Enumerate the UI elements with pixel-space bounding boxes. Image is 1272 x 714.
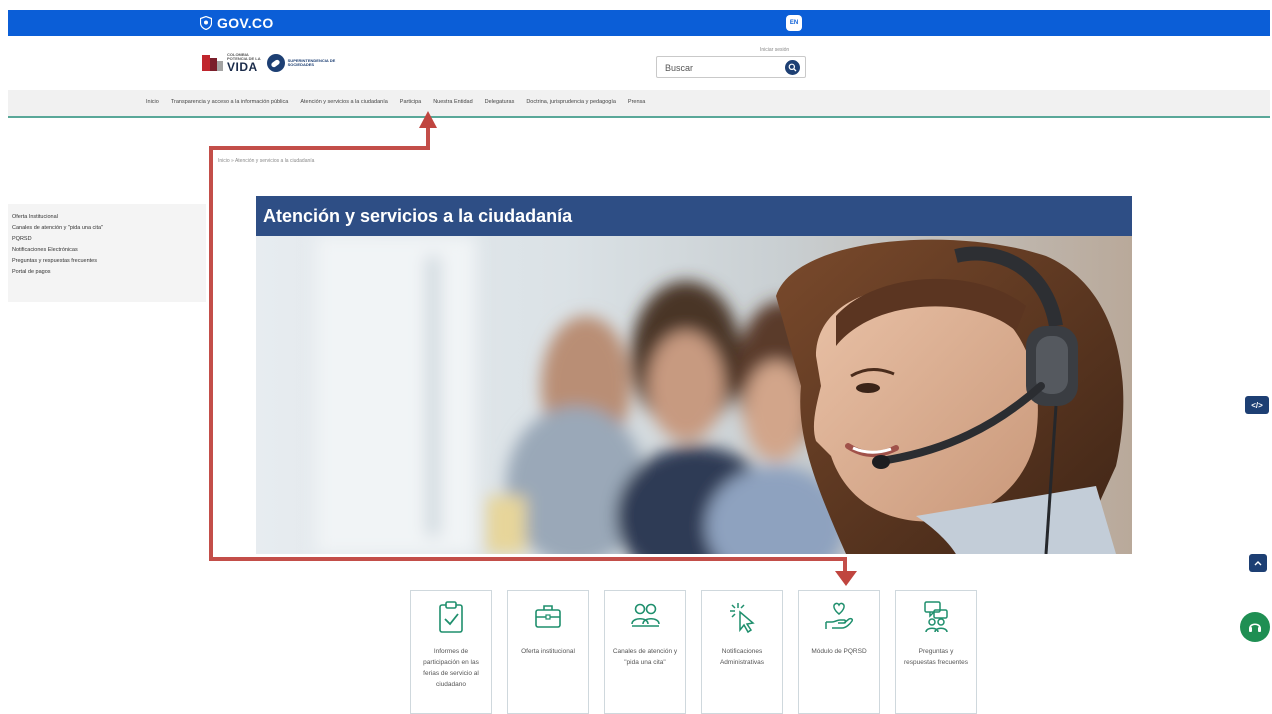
- clipboard-check-icon: [439, 601, 463, 633]
- nav-item-participa[interactable]: Participa: [400, 99, 421, 105]
- sidebar-item-preguntas[interactable]: Preguntas y respuestas frecuentes: [12, 256, 202, 267]
- card-label: Informes de participación en las ferias …: [423, 648, 479, 688]
- chevron-up-icon: [1254, 561, 1262, 566]
- sidebar-item-notificaciones[interactable]: Notificaciones Electrónicas: [12, 245, 202, 256]
- supersociedades-text: SUPERINTENDENCIA DE SOCIEDADES: [287, 57, 336, 67]
- site-header: COLOMBIA POTENCIA DE LA VIDA SUPERINTEND…: [8, 36, 1270, 90]
- shield-icon: [200, 16, 212, 30]
- help-chat-button[interactable]: [1240, 612, 1270, 642]
- govco-logo-text: GOV.CO: [217, 15, 274, 31]
- govco-top-bar: GOV.CO EN: [8, 10, 1270, 36]
- nav-item-atencion[interactable]: Atención y servicios a la ciudadanía: [300, 99, 387, 105]
- hand-heart-icon: [825, 602, 853, 629]
- search-icon: [788, 63, 797, 72]
- call-center-agent-illustration: [316, 236, 1124, 554]
- briefcase-icon: [535, 605, 561, 628]
- pointer-click-icon: [730, 603, 755, 634]
- hero-image: [256, 236, 1132, 554]
- sidebar-item-pqrsd[interactable]: PQRSD: [12, 234, 202, 245]
- annotation-arrowhead-bottom: [835, 571, 857, 586]
- main-navigation: Inicio Transparencia y acceso a la infor…: [8, 90, 1270, 118]
- card-label: Canales de atención y "pida una cita": [612, 648, 678, 666]
- nav-item-inicio[interactable]: Inicio: [146, 99, 159, 105]
- language-toggle-button[interactable]: EN: [786, 15, 802, 31]
- people-icon: [631, 603, 660, 627]
- nav-item-transparencia[interactable]: Transparencia y acceso a la información …: [171, 99, 289, 105]
- sidebar-item-canales[interactable]: Canales de atención y "pida una cita": [12, 223, 202, 234]
- search-box: [656, 56, 806, 78]
- hero-title-bar: Atención y servicios a la ciudadanía: [256, 196, 1132, 236]
- breadcrumb[interactable]: Inicio » Atención y servicios a la ciuda…: [218, 158, 314, 164]
- govco-logo[interactable]: GOV.CO: [200, 14, 274, 32]
- card-label: Oferta institucional: [521, 648, 575, 655]
- brand-logos[interactable]: COLOMBIA POTENCIA DE LA VIDA SUPERINTEND…: [202, 53, 348, 73]
- headset-icon: [1249, 623, 1261, 632]
- chat-people-icon: [924, 601, 948, 633]
- card-canales-atencion[interactable]: Canales de atención y "pida una cita": [604, 590, 686, 714]
- card-modulo-pqrsd[interactable]: Módulo de PQRSD: [798, 590, 880, 714]
- sidebar-item-portal-pagos[interactable]: Portal de pagos: [12, 267, 202, 278]
- page-title: Atención y servicios a la ciudadanía: [263, 206, 573, 226]
- card-label: Notificaciones Administrativas: [719, 648, 765, 666]
- search-input[interactable]: [665, 61, 775, 75]
- login-link[interactable]: Iniciar sesión: [760, 47, 789, 53]
- card-preguntas-frecuentes[interactable]: Preguntas y respuestas frecuentes: [895, 590, 977, 714]
- card-notificaciones-administrativas[interactable]: Notificaciones Administrativas: [701, 590, 783, 714]
- card-informes-ferias[interactable]: Informes de participación en las ferias …: [410, 590, 492, 714]
- colombia-potencia-logo: COLOMBIA POTENCIA DE LA VIDA: [202, 53, 261, 73]
- brand-colombia-main: VIDA: [227, 60, 258, 74]
- card-label: Módulo de PQRSD: [811, 648, 867, 655]
- nav-item-doctrina[interactable]: Doctrina, jurisprudencia y pedagogía: [526, 99, 616, 105]
- flag-mark-icon: [202, 53, 224, 73]
- sidebar-item-oferta[interactable]: Oferta Institucional: [12, 212, 202, 223]
- nav-item-nuestra-entidad[interactable]: Nuestra Entidad: [433, 99, 472, 105]
- card-label: Preguntas y respuestas frecuentes: [904, 648, 968, 666]
- scroll-to-top-button[interactable]: [1249, 554, 1267, 572]
- sidebar-menu: Oferta Institucional Canales de atención…: [8, 204, 206, 302]
- search-button[interactable]: [785, 60, 800, 75]
- supersociedades-logo: SUPERINTENDENCIA DE SOCIEDADES: [266, 54, 348, 72]
- service-cards: Informes de participación en las ferias …: [410, 590, 977, 714]
- supersociedades-emblem-icon: [266, 54, 285, 72]
- card-oferta-institucional[interactable]: Oferta institucional: [507, 590, 589, 714]
- nav-item-delegaturas[interactable]: Delegaturas: [485, 99, 515, 105]
- nav-item-prensa[interactable]: Prensa: [628, 99, 645, 105]
- embed-code-button[interactable]: </>: [1245, 396, 1269, 414]
